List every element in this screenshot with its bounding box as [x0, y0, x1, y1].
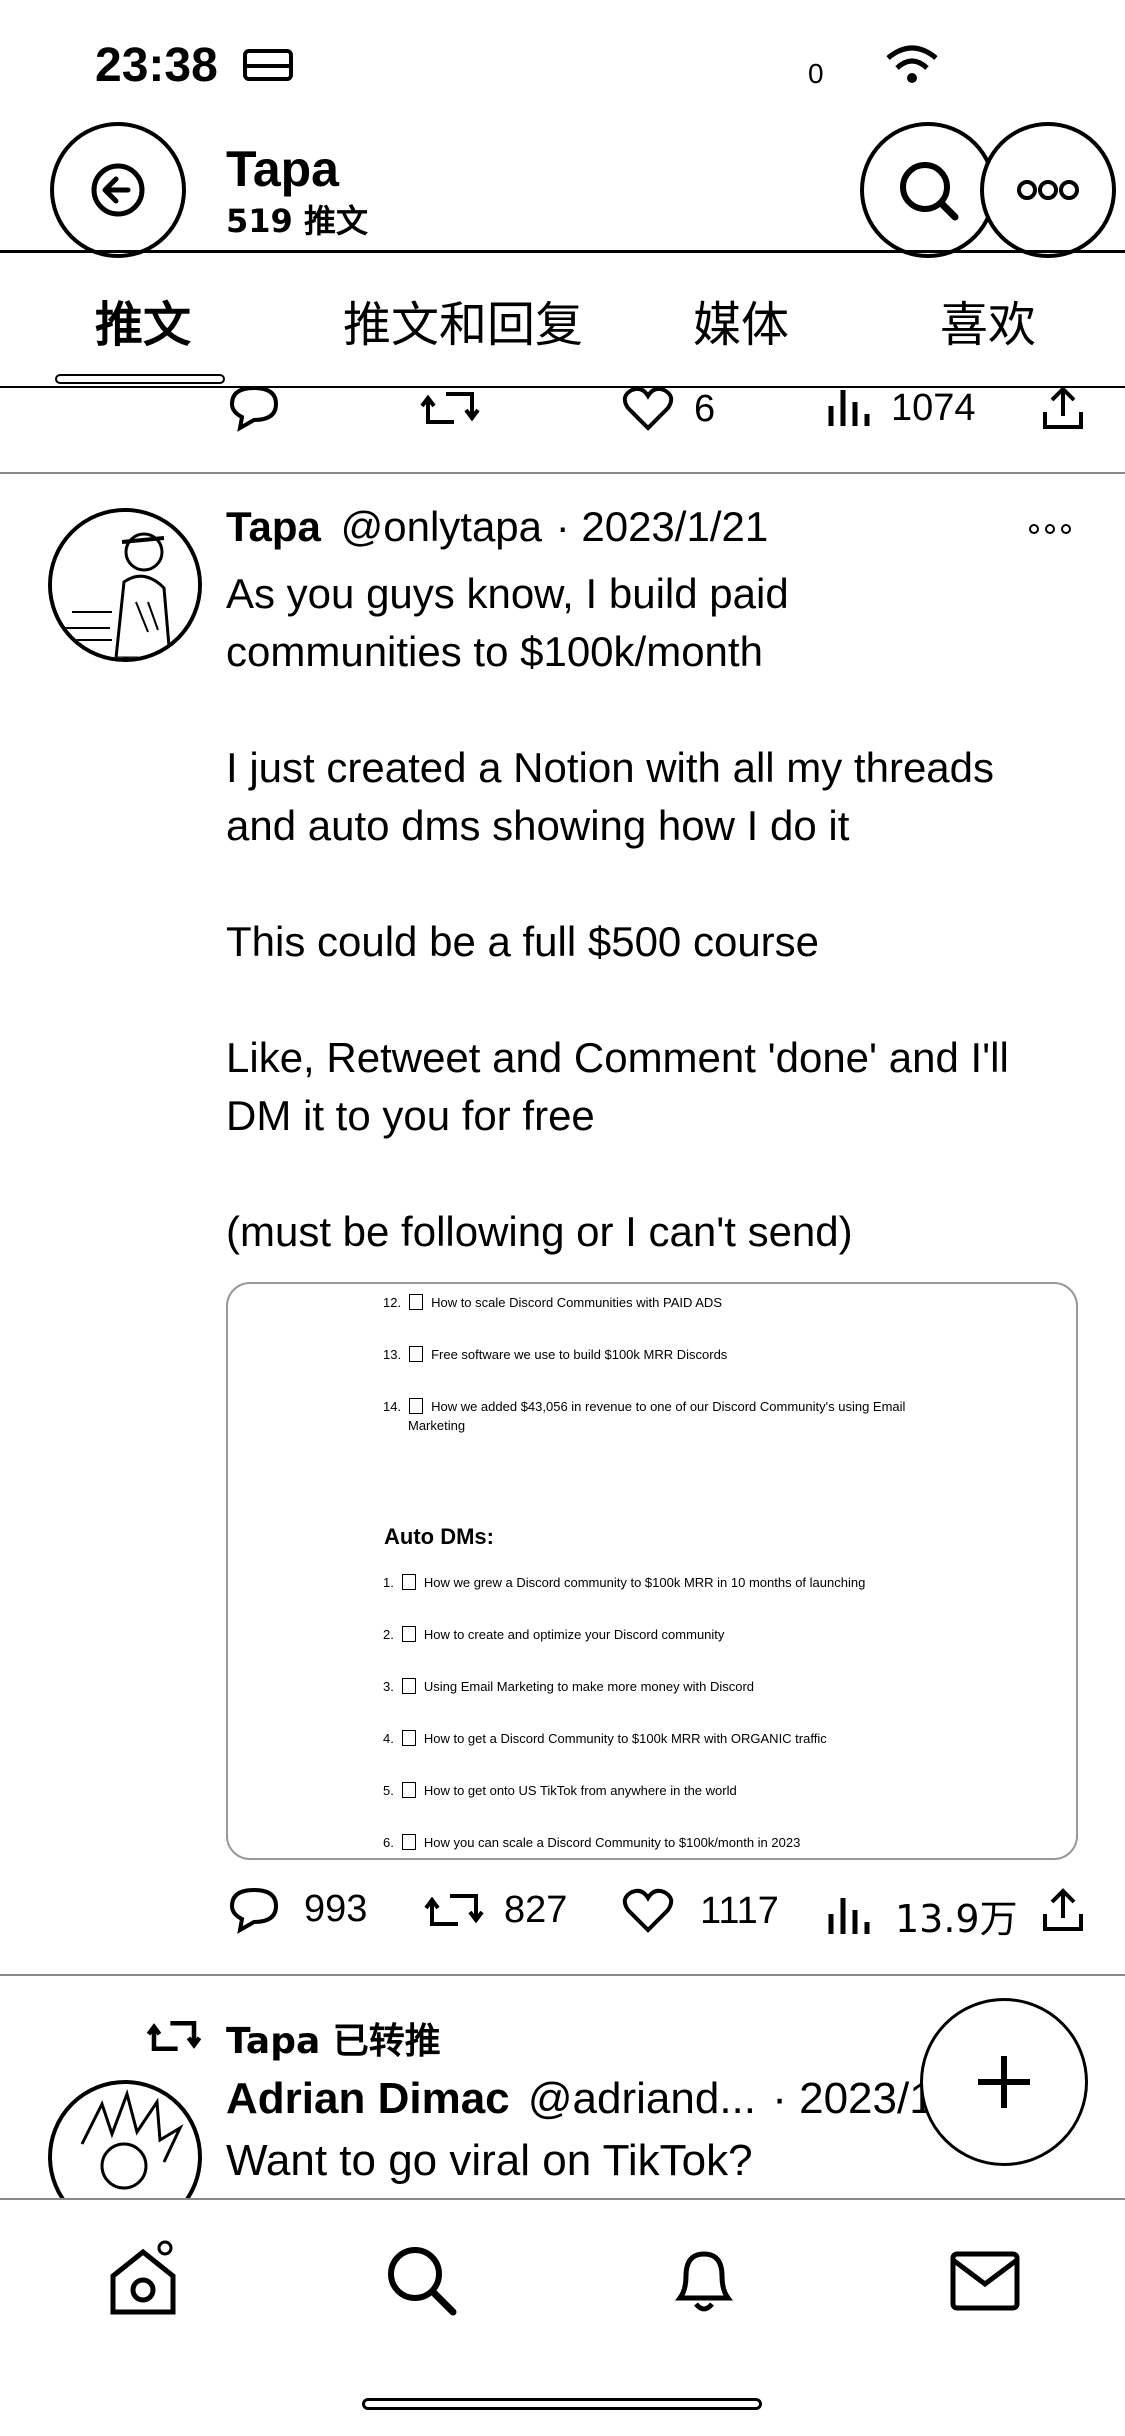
retweet-handle[interactable]: @adriand... — [528, 2074, 756, 2123]
tweet-text: As you guys know, I build paid communiti… — [226, 565, 1096, 1261]
list-item-continued: Marketing — [408, 1418, 466, 1433]
retweet-icon — [146, 2021, 202, 2051]
prev-reply-button[interactable] — [226, 382, 282, 432]
like-count: 1117 — [700, 1889, 779, 1932]
views-icon — [828, 390, 870, 426]
bed-icon — [243, 49, 293, 81]
header-divider — [0, 250, 1125, 253]
list-item: 13. Free software we use to build $100k M… — [383, 1346, 728, 1362]
embed-heading: Auto DMs: — [384, 1524, 494, 1549]
tweet-image[interactable]: 12. How to scale Discord Communities with… — [226, 1282, 1078, 1860]
share-icon[interactable] — [1040, 384, 1086, 432]
avatar[interactable] — [48, 508, 202, 662]
wifi-icon — [886, 45, 938, 83]
document-icon — [401, 1678, 416, 1694]
home-icon[interactable] — [103, 2240, 183, 2320]
document-icon — [401, 1730, 416, 1746]
share-icon[interactable] — [1040, 1886, 1086, 1934]
more-icon — [1017, 180, 1079, 200]
tab-likes[interactable]: 喜欢 — [940, 285, 1036, 355]
views-icon — [828, 1897, 870, 1934]
retweet-icon — [424, 1894, 484, 1926]
tweet-divider — [0, 1974, 1125, 1976]
list-item: 1. How we grew a Discord community to $10… — [383, 1574, 866, 1590]
retweet-icon — [420, 392, 480, 424]
heart-icon — [622, 386, 674, 431]
list-item: 5. How to get onto US TikTok from anywher… — [383, 1782, 737, 1798]
search-icon — [900, 162, 959, 221]
prev-like-count: 6 — [694, 387, 716, 430]
bell-icon[interactable] — [664, 2240, 744, 2320]
views-count: 13.9万 — [895, 1897, 1018, 1941]
plus-icon — [978, 2056, 1030, 2108]
search-button[interactable] — [860, 122, 996, 258]
tweet-line: As you guys know, I build paid — [226, 570, 789, 617]
back-button[interactable] — [50, 122, 186, 258]
tweet-line: This could be a full $500 course — [226, 918, 820, 965]
list-item: 3. Using Email Marketing to make more mon… — [383, 1678, 755, 1694]
tweet-line: and auto dms showing how I do it — [226, 802, 850, 849]
battery-icon — [962, 58, 1038, 84]
document-icon — [409, 1346, 424, 1362]
reply-button[interactable]: 993 — [226, 1884, 367, 1934]
tweet-line: (must be following or I can't send) — [226, 1208, 853, 1255]
list-item: 14. How we added $43,056 in revenue to on… — [383, 1398, 906, 1414]
prev-views-button[interactable]: 1074 — [825, 386, 976, 430]
list-item: 6. How you can scale a Discord Community … — [383, 1834, 801, 1850]
retweeted-by[interactable]: Tapa 已转推 — [226, 2012, 441, 2064]
tab-tweets[interactable]: 推文 — [95, 285, 191, 355]
search-icon[interactable] — [381, 2240, 461, 2320]
signal-indicator: 0 — [808, 58, 824, 89]
retweet-header: Adrian Dimac @adriand... · 2023/1/ — [226, 2074, 946, 2124]
retweet-count: 827 — [504, 1888, 568, 1931]
document-icon — [409, 1294, 424, 1310]
mail-icon[interactable] — [945, 2240, 1025, 2320]
tweet-line: communities to $100k/month — [226, 628, 763, 675]
tab-media[interactable]: 媒体 — [693, 285, 789, 355]
list-item: 12. How to scale Discord Communities with… — [383, 1294, 722, 1310]
home-indicator — [362, 2398, 762, 2410]
tweet-line: Like, Retweet and Comment 'done' and I'l… — [226, 1034, 1009, 1081]
reply-count: 993 — [304, 1887, 368, 1930]
document-icon — [401, 1574, 416, 1590]
active-tab-indicator — [55, 374, 225, 384]
views-button[interactable]: 13.9万 — [825, 1888, 1018, 1943]
reply-icon — [229, 1887, 279, 1934]
more-options-icon[interactable] — [1028, 522, 1072, 536]
tweet-author[interactable]: Tapa — [226, 503, 321, 550]
tweet-handle[interactable]: @onlytapa — [341, 503, 542, 550]
retweet-text: Want to go viral on TikTok? — [226, 2136, 753, 2185]
document-icon — [401, 1834, 416, 1850]
tweet-header: Tapa @onlytapa · 2023/1/21 — [226, 503, 768, 551]
retweet-button[interactable]: 827 — [424, 1888, 567, 1932]
tweet-line: DM it to you for free — [226, 1092, 595, 1139]
more-button[interactable] — [980, 122, 1116, 258]
arrow-left-icon — [91, 163, 145, 217]
tweet-date[interactable]: · 2023/1/21 — [556, 503, 769, 550]
prev-views-count: 1074 — [891, 386, 976, 429]
document-icon — [401, 1782, 416, 1798]
compose-button[interactable] — [920, 1998, 1088, 2166]
tab-tweets-and-replies[interactable]: 推文和回复 — [343, 285, 583, 355]
profile-name: Tapa — [226, 141, 339, 197]
prev-like-button[interactable]: 6 — [622, 386, 715, 432]
retweet-author[interactable]: Adrian Dimac — [226, 2074, 510, 2123]
reply-icon — [229, 385, 279, 432]
document-icon — [409, 1398, 424, 1414]
status-time: 23:38 — [95, 39, 218, 92]
document-icon — [401, 1626, 416, 1642]
tweet-count: 519 推文 — [226, 202, 368, 240]
prev-retweet-button[interactable] — [420, 386, 480, 430]
tweet-line: I just created a Notion with all my thre… — [226, 744, 995, 791]
heart-icon — [622, 1888, 674, 1933]
list-item: 4. How to get a Discord Community to $100… — [383, 1730, 827, 1746]
like-button[interactable]: 1117 — [622, 1888, 779, 1934]
tweet-divider — [0, 472, 1125, 474]
list-item: 2. How to create and optimize your Discor… — [383, 1626, 725, 1642]
